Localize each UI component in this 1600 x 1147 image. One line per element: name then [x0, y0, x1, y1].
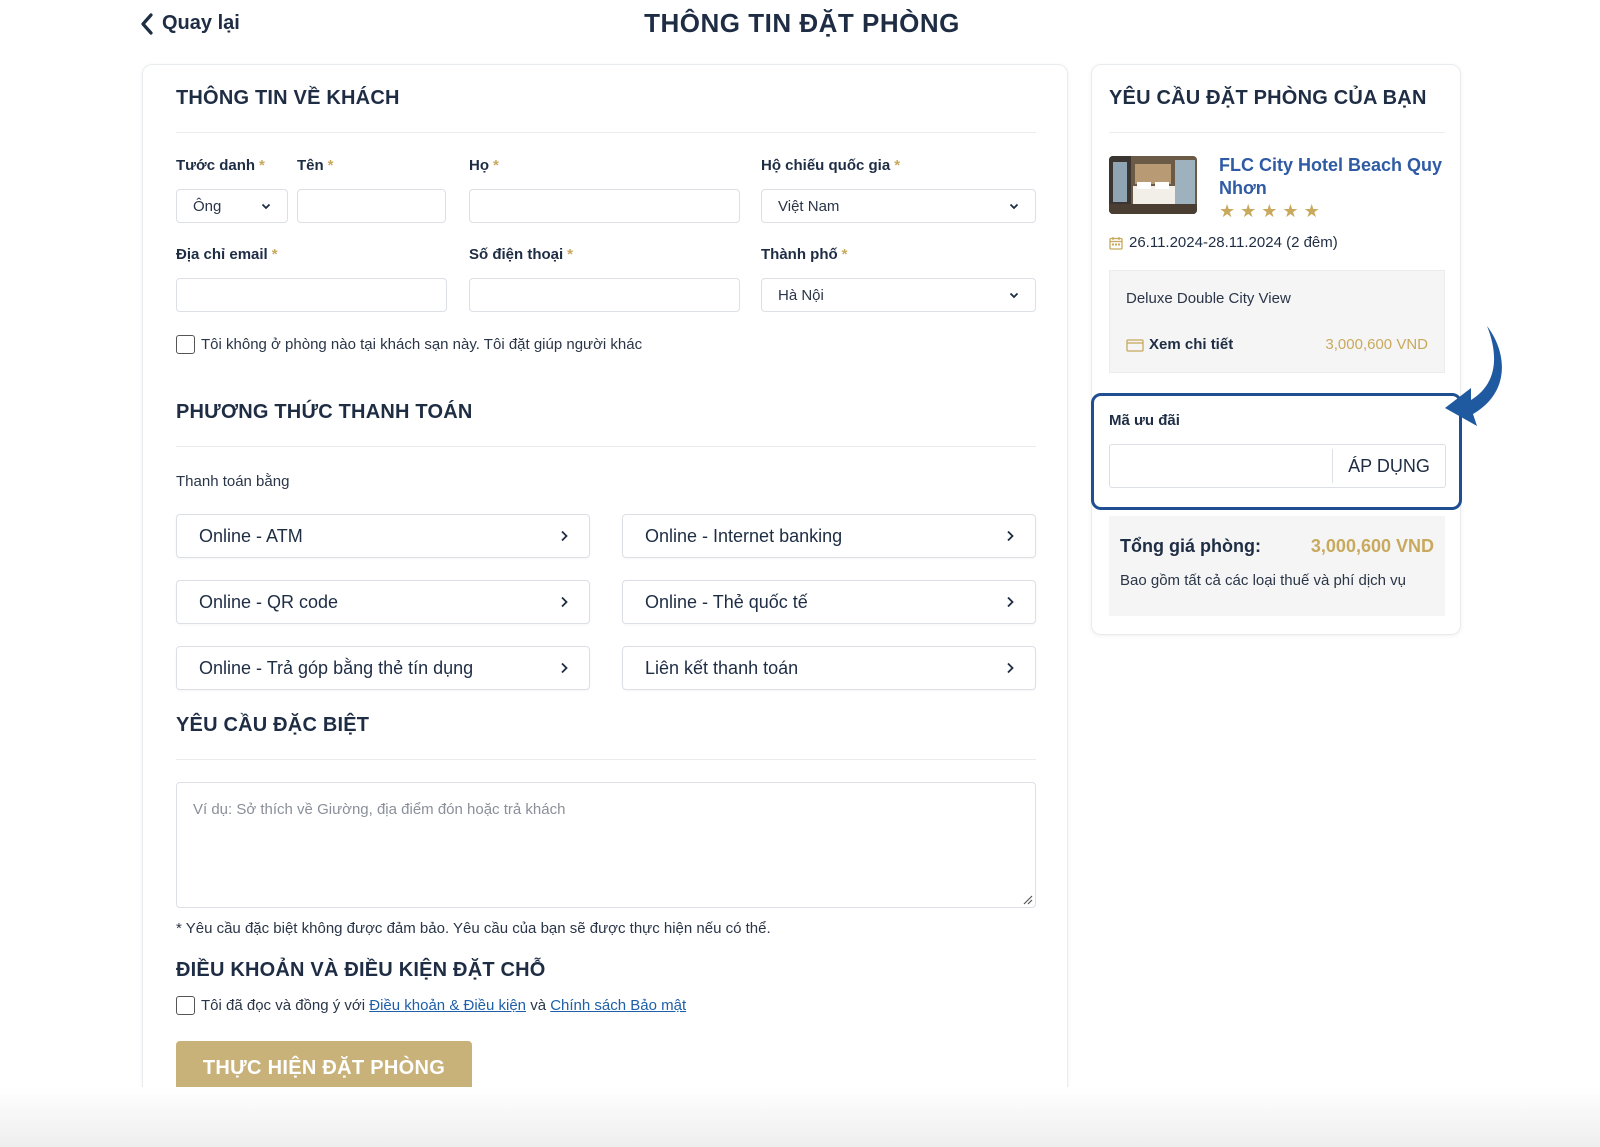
star-icon: ★ [1303, 201, 1320, 221]
not-staying-label: Tôi không ở phòng nào tại khách sạn này.… [201, 336, 643, 353]
email-label: Địa chỉ email * [176, 246, 278, 263]
chevron-down-icon [1009, 203, 1019, 210]
hotel-stars: ★ ★ ★ ★ ★ [1219, 201, 1325, 222]
terms-checkbox[interactable] [176, 996, 195, 1015]
total-summary: Tổng giá phòng: 3,000,600 VND Bao gồm tấ… [1109, 516, 1445, 616]
view-detail-link[interactable]: Xem chi tiết [1126, 336, 1233, 353]
total-value: 3,000,600 VND [1310, 536, 1434, 556]
total-note: Bao gồm tất cả các loại thuế và phí dịch… [1120, 572, 1407, 589]
chevron-right-icon [561, 596, 568, 608]
title-value: Ông [193, 197, 222, 215]
first-name-label: Tên * [297, 157, 334, 174]
privacy-link[interactable]: Chính sách Bảo mật [550, 997, 686, 1014]
payment-method-label: Online - ATM [199, 525, 303, 546]
promo-code-box: Mã ưu đãi ÁP DỤNG [1091, 393, 1462, 510]
special-request-textarea[interactable]: Ví dụ: Sở thích về Giường, địa điểm đón … [176, 782, 1036, 908]
not-staying-checkbox[interactable] [176, 335, 195, 354]
divider [1109, 132, 1445, 133]
terms-row: Tôi đã đọc và đồng ý với Điều khoản & Đi… [176, 996, 686, 1015]
payment-link-button[interactable]: Liên kết thanh toán [622, 646, 1036, 690]
chevron-down-icon [261, 203, 271, 210]
summary-section-title: YÊU CẦU ĐẶT PHÒNG CỦA BẠN [1109, 87, 1427, 109]
chevron-down-icon [1009, 292, 1019, 299]
stay-dates: 26.11.2024-28.11.2024 (2 đêm) [1109, 234, 1338, 251]
curved-arrow-icon [1445, 326, 1502, 426]
chevron-right-icon [1007, 662, 1014, 674]
phone-label: Số điện thoại * [469, 246, 574, 263]
last-name-input[interactable] [469, 189, 740, 223]
star-icon: ★ [1219, 201, 1236, 221]
email-input[interactable] [176, 278, 447, 312]
dates-text: 26.11.2024-28.11.2024 (2 đêm) [1129, 234, 1338, 251]
first-name-input[interactable] [297, 189, 446, 223]
payment-atm-button[interactable]: Online - ATM [176, 514, 590, 558]
terms-text: Tôi đã đọc và đồng ý với [201, 997, 366, 1014]
chevron-right-icon [1007, 596, 1014, 608]
page-title: THÔNG TIN ĐẶT PHÒNG [644, 8, 960, 38]
payment-internet-banking-button[interactable]: Online - Internet banking [622, 514, 1036, 558]
payment-method-label: Online - QR code [199, 591, 339, 612]
payment-international-card-button[interactable]: Online - Thẻ quốc tế [622, 580, 1036, 624]
city-label: Thành phố * [761, 246, 848, 263]
special-request-note: * Yêu cầu đặc biệt không được đảm bảo. Y… [176, 920, 771, 937]
not-staying-row: Tôi không ở phòng nào tại khách sạn này.… [176, 335, 642, 354]
title-label: Tước danh * [176, 157, 265, 174]
title-select[interactable]: Ông [176, 189, 288, 223]
payment-section-title: PHƯƠNG THỨC THANH TOÁN [176, 401, 473, 423]
passport-value: Việt Nam [778, 197, 840, 215]
calendar-icon [1109, 236, 1123, 250]
pay-with-label: Thanh toán bằng [176, 473, 290, 490]
page-bottom-fade [0, 1087, 1600, 1147]
terms-section-title: ĐIỀU KHOẢN VÀ ĐIỀU KIỆN ĐẶT CHỖ [176, 959, 546, 981]
star-icon: ★ [1240, 201, 1257, 221]
chevron-right-icon [561, 662, 568, 674]
last-name-label: Họ * [469, 157, 499, 174]
booking-form-card: THÔNG TIN VỀ KHÁCH Tước danh * Tên * Họ * H… [142, 64, 1068, 1118]
passport-label: Hộ chiếu quốc gia * [761, 157, 901, 174]
resize-handle-icon[interactable] [1021, 893, 1033, 905]
total-label: Tổng giá phòng: [1120, 536, 1261, 556]
top-bar: Quay lại THÔNG TIN ĐẶT PHÒNG [0, 0, 1600, 56]
city-select[interactable]: Hà Nội [761, 278, 1036, 312]
phone-input[interactable] [469, 278, 740, 312]
star-icon: ★ [1282, 201, 1299, 221]
hotel-name[interactable]: FLC City Hotel Beach Quy Nhơn [1219, 154, 1449, 200]
payment-installment-button[interactable]: Online - Trả góp bằng thẻ tín dụng [176, 646, 590, 690]
room-name: Deluxe Double City View [1126, 290, 1291, 307]
divider [176, 759, 1036, 760]
divider [176, 132, 1036, 133]
chevron-right-icon [1007, 530, 1014, 542]
view-detail-label: Xem chi tiết [1149, 336, 1234, 353]
chevron-right-icon [561, 530, 568, 542]
ticket-icon [1126, 338, 1144, 352]
promo-code-input[interactable] [1110, 449, 1333, 483]
special-section-title: YÊU CẦU ĐẶC BIỆT [176, 714, 370, 736]
payment-qr-code-button[interactable]: Online - QR code [176, 580, 590, 624]
booking-summary-card: YÊU CẦU ĐẶT PHÒNG CỦA BẠN FLC City Hotel… [1091, 64, 1461, 635]
promo-label: Mã ưu đãi [1109, 412, 1180, 429]
passport-select[interactable]: Việt Nam [761, 189, 1036, 223]
room-price: 3,000,600 VND [1325, 336, 1428, 353]
city-value: Hà Nội [778, 286, 824, 304]
hotel-thumbnail [1109, 156, 1197, 214]
special-request-placeholder: Ví dụ: Sở thích về Giường, địa điểm đón … [193, 801, 566, 818]
terms-link[interactable]: Điều khoản & Điều kiện [369, 997, 526, 1014]
divider [176, 446, 1036, 447]
star-icon: ★ [1261, 201, 1278, 221]
room-summary: Deluxe Double City View Xem chi tiết 3,0… [1109, 270, 1445, 373]
guest-section-title: THÔNG TIN VỀ KHÁCH [176, 87, 400, 109]
terms-and-text: và [530, 997, 547, 1014]
promo-input-group: ÁP DỤNG [1109, 444, 1446, 488]
payment-method-label: Liên kết thanh toán [645, 657, 799, 678]
payment-method-label: Online - Internet banking [645, 525, 843, 546]
payment-method-label: Online - Thẻ quốc tế [645, 591, 808, 612]
apply-promo-button[interactable]: ÁP DỤNG [1333, 445, 1445, 487]
payment-method-label: Online - Trả góp bằng thẻ tín dụng [199, 657, 474, 678]
